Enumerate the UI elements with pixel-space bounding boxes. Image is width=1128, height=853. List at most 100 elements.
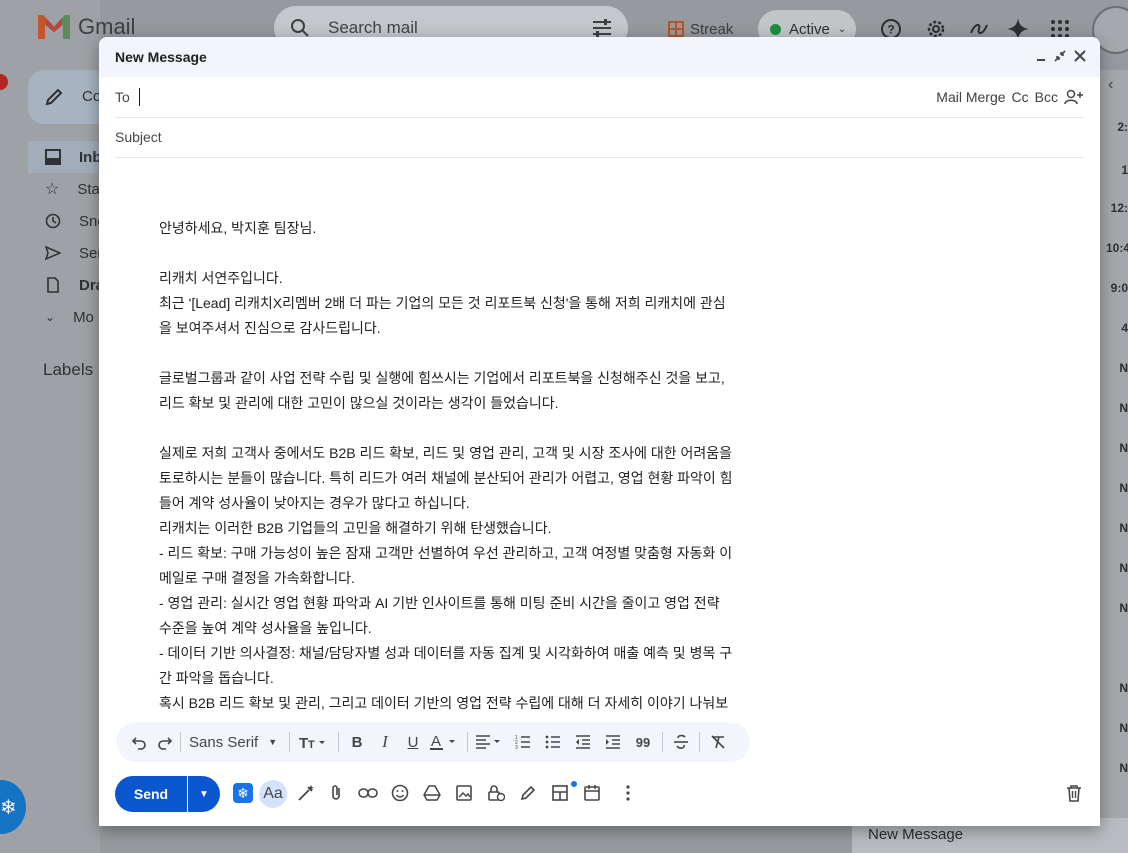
body-line: 최근 '[Lead] 리캐치X리멤버 2배 더 파는 기업의 모든 것 리포트북…: [159, 295, 726, 311]
bold-icon[interactable]: B: [343, 730, 371, 754]
search-options-icon[interactable]: [592, 19, 612, 37]
notification-dot: [571, 781, 577, 787]
search-icon[interactable]: [290, 18, 310, 38]
body-line: 수준을 높여 계약 성사율을 높입니다.: [159, 620, 372, 636]
underline-icon[interactable]: U: [399, 730, 427, 754]
gmail-m-icon: [38, 15, 70, 39]
snowflake-icon[interactable]: ❄: [232, 782, 254, 804]
magic-pencil-icon[interactable]: [295, 782, 317, 804]
indent-less-icon[interactable]: [568, 730, 598, 754]
mail-time: N: [1119, 441, 1128, 455]
photo-icon[interactable]: [453, 782, 475, 804]
clock-icon: [45, 213, 61, 229]
trash-icon[interactable]: [1063, 782, 1085, 804]
mail-time: N: [1119, 561, 1128, 575]
chevron-down-icon: ⌄: [45, 310, 56, 324]
send-icon: [45, 245, 61, 261]
streak-icon: [668, 21, 684, 37]
to-label: To: [115, 89, 130, 105]
more-options-icon[interactable]: [617, 782, 639, 804]
undo-icon[interactable]: [128, 730, 150, 754]
redo-icon[interactable]: [154, 730, 176, 754]
status-label: Active: [789, 20, 830, 38]
mail-time: 4: [1121, 321, 1128, 335]
sidebar-item-snoozed[interactable]: Sno: [45, 206, 106, 236]
mail-time: N: [1119, 721, 1128, 735]
sidebar-item-drafts[interactable]: Dra: [45, 270, 105, 300]
mail-time: N: [1119, 601, 1128, 615]
italic-icon[interactable]: I: [371, 730, 399, 754]
mail-time: 12:: [1110, 201, 1128, 215]
remove-formatting-icon[interactable]: [704, 730, 732, 754]
text-color-icon[interactable]: A: [427, 730, 463, 754]
lock-clock-icon[interactable]: [485, 782, 507, 804]
left-sidebar: [0, 0, 100, 853]
apps-grid-icon[interactable]: [1050, 19, 1070, 39]
bcc-link[interactable]: Bcc: [1035, 89, 1058, 105]
calendar-icon[interactable]: [581, 782, 603, 804]
body-line: 실제로 저희 고객사 중에서도 B2B 리드 확보, 리드 및 영업 관리, 고…: [159, 445, 733, 461]
dropdown-arrow-icon: ▼: [199, 788, 209, 800]
formatting-toolbar: Sans Serif ▼ TT B I U A 123 99: [116, 722, 750, 762]
indent-more-icon[interactable]: [598, 730, 628, 754]
sidebar-item-sent[interactable]: Sen: [45, 238, 106, 268]
attach-icon[interactable]: [325, 782, 347, 804]
send-button-group: Send ▼: [115, 776, 220, 812]
toolbar-divider: [662, 732, 663, 752]
sidebar-item-starred[interactable]: ☆ Sta: [45, 174, 105, 204]
search-input[interactable]: Search mail: [328, 18, 418, 38]
numbered-list-icon[interactable]: 123: [508, 730, 538, 754]
layout-icon[interactable]: [549, 782, 571, 804]
star-icon: ☆: [45, 181, 60, 198]
mail-merge-link[interactable]: Mail Merge: [936, 89, 1005, 105]
mail-time: N: [1119, 521, 1128, 535]
subject-field[interactable]: Subject: [115, 117, 1084, 158]
pencil-icon: [44, 87, 64, 107]
body-greeting: 안녕하세요, 박지훈 팀장님.: [159, 220, 317, 236]
add-contacts-icon[interactable]: [1064, 89, 1084, 105]
chevron-left-icon[interactable]: ‹: [1108, 76, 1113, 94]
to-field[interactable]: To Mail Merge Cc Bcc: [115, 77, 1084, 118]
compose-header[interactable]: New Message: [99, 37, 1100, 77]
dropdown-arrow-icon: ▼: [268, 737, 278, 747]
sidebar-item-label: Mo: [73, 308, 94, 326]
cc-link[interactable]: Cc: [1012, 89, 1029, 105]
svg-text:A: A: [431, 733, 441, 750]
font-family-select[interactable]: Sans Serif ▼: [185, 730, 285, 754]
formatting-options-icon[interactable]: Aa: [259, 780, 287, 808]
font-size-icon[interactable]: TT: [294, 730, 334, 754]
send-options-button[interactable]: ▼: [188, 776, 220, 812]
exit-fullscreen-icon[interactable]: [1051, 47, 1069, 65]
message-body[interactable]: 안녕하세요, 박지훈 팀장님. 리캐치 서연주입니다. 최근 '[Lead] 리…: [159, 216, 779, 716]
body-line: 혹시 B2B 리드 확보 및 관리, 그리고 데이터 기반의 영업 전략 수립에…: [159, 695, 729, 711]
link-icon[interactable]: [357, 782, 379, 804]
toolbar-divider: [289, 732, 290, 752]
subject-input[interactable]: Subject: [115, 129, 162, 145]
sidebar-item-more[interactable]: ⌄ Mo: [45, 302, 105, 332]
recipient-options: Mail Merge Cc Bcc: [936, 89, 1084, 105]
send-button[interactable]: Send: [115, 776, 187, 812]
signature-pen-icon[interactable]: [517, 782, 539, 804]
body-line: 을 보여주셔서 진심으로 감사드립니다.: [159, 320, 381, 336]
mail-time: N: [1119, 481, 1128, 495]
sidebar-item-inbox[interactable]: Inb: [45, 142, 105, 172]
drive-icon[interactable]: [421, 782, 443, 804]
body-line: 토로하시는 분들이 많습니다. 특히 리드가 여러 채널에 분산되어 관리가 어…: [159, 470, 733, 486]
labels-heading: Labels: [43, 360, 94, 379]
compose-dialog: New Message To Mail Merge Cc Bcc Subject…: [99, 37, 1100, 826]
toolbar-divider: [467, 732, 468, 752]
align-icon[interactable]: [472, 730, 508, 754]
body-line: - 영업 관리: 실시간 영업 현황 파악과 AI 기반 인사이트를 통해 미팅…: [159, 595, 720, 611]
emoji-icon[interactable]: [389, 782, 411, 804]
strikethrough-icon[interactable]: [667, 730, 695, 754]
minimize-icon[interactable]: [1032, 47, 1050, 65]
svg-text:3: 3: [515, 745, 518, 750]
close-icon[interactable]: [1071, 47, 1089, 65]
snowflake-icon: ❄: [0, 797, 17, 819]
mail-time: N: [1119, 761, 1128, 775]
bulleted-list-icon[interactable]: [538, 730, 568, 754]
body-line: 글로벌그룹과 같이 사업 전략 수립 및 실행에 힘쓰시는 기업에서 리포트북을…: [159, 370, 725, 386]
body-line: 메일로 구매 결정을 가속화합니다.: [159, 570, 355, 586]
mail-time: N: [1119, 361, 1128, 375]
quote-icon[interactable]: 99: [628, 730, 658, 754]
